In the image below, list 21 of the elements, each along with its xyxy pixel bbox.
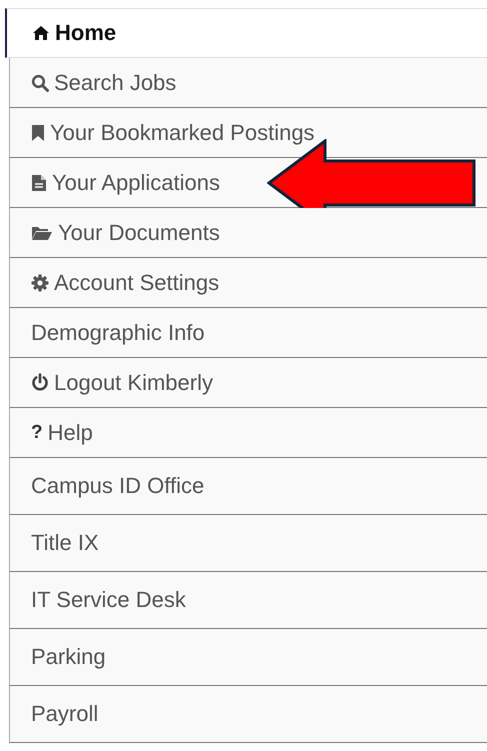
menu-item[interactable]: Your Documents xyxy=(9,208,487,258)
menu-item[interactable]: ? Help xyxy=(9,408,487,458)
link-item[interactable]: Title IX xyxy=(9,515,487,572)
menu-item[interactable]: Search Jobs xyxy=(9,58,487,108)
link-item[interactable]: Payroll xyxy=(9,686,487,743)
folder-icon xyxy=(31,224,53,240)
link-item[interactable]: Parking xyxy=(9,629,487,686)
settings-icon xyxy=(31,274,49,292)
menu-item[interactable]: Demographic Info xyxy=(9,308,487,358)
bookmark-icon xyxy=(31,124,45,142)
help-icon: ? xyxy=(31,422,43,444)
link-item[interactable]: Campus ID Office xyxy=(9,458,487,515)
search-icon xyxy=(31,74,49,92)
document-icon xyxy=(31,174,47,192)
menu-item[interactable]: Account Settings xyxy=(9,258,487,308)
home-icon xyxy=(32,25,50,41)
menu-item[interactable]: Your Bookmarked Postings xyxy=(9,108,487,158)
power-icon xyxy=(31,373,49,392)
menu-item[interactable]: Home xyxy=(5,8,487,58)
link-item[interactable]: IT Service Desk xyxy=(9,572,487,629)
menu-item[interactable]: Logout Kimberly xyxy=(9,358,487,408)
